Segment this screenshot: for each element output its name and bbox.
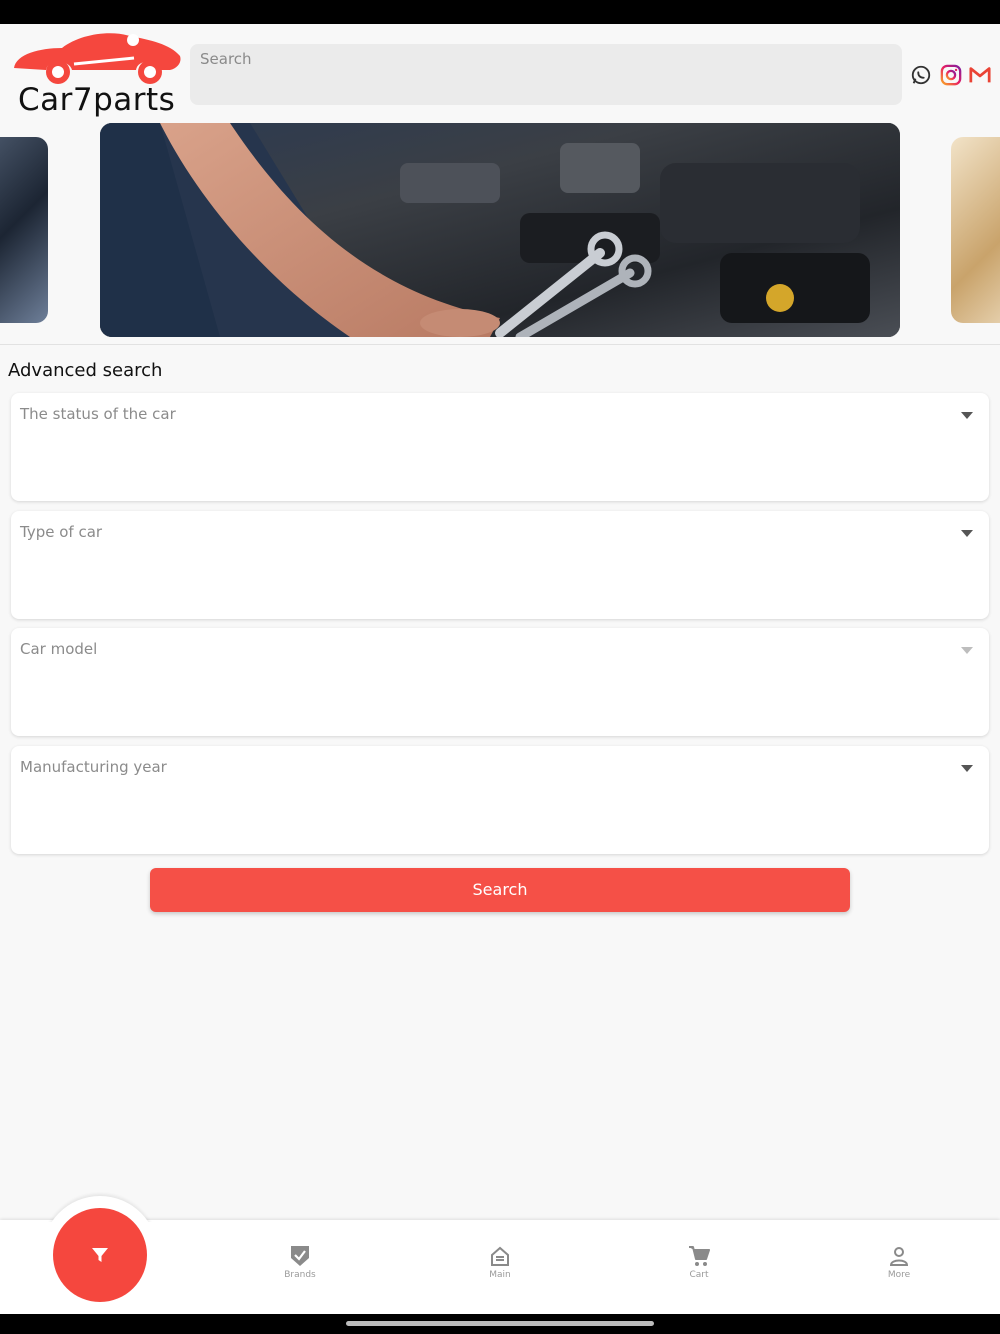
app-logo[interactable]: Car7parts — [10, 28, 185, 120]
nav-label: Cart — [689, 1270, 709, 1280]
dropdown-placeholder: Type of car — [20, 523, 103, 541]
instagram-icon[interactable] — [940, 64, 962, 86]
person-icon — [889, 1247, 909, 1266]
nav-label: Main — [489, 1270, 511, 1280]
car-logo-icon — [14, 33, 181, 84]
home-indicator[interactable] — [346, 1321, 654, 1326]
filter-fab-button[interactable] — [53, 1208, 147, 1302]
mechanic-engine-image — [100, 123, 900, 337]
nav-item-main[interactable]: Main — [460, 1244, 540, 1280]
cart-icon — [689, 1246, 710, 1266]
carousel-slide-current[interactable] — [100, 123, 900, 337]
nav-item-cart[interactable]: Cart — [659, 1244, 739, 1280]
car-model-dropdown[interactable]: Car model — [11, 628, 989, 736]
logo-text: Car7parts — [18, 82, 176, 118]
filter-icon — [92, 1248, 108, 1262]
shield-check-icon — [291, 1246, 309, 1266]
search-button[interactable]: Search — [150, 868, 850, 912]
divider — [0, 344, 1000, 345]
gmail-icon[interactable] — [969, 64, 991, 86]
chevron-down-icon — [961, 412, 973, 419]
carousel-slide-next[interactable] — [951, 137, 1000, 323]
carousel-slide-previous[interactable] — [0, 137, 48, 323]
manufacturing-year-dropdown[interactable]: Manufacturing year — [11, 746, 989, 854]
status-bar — [0, 0, 1000, 24]
advanced-search-title: Advanced search — [8, 360, 163, 381]
chevron-down-icon — [961, 530, 973, 537]
nav-label: Brands — [284, 1270, 316, 1280]
dropdown-placeholder: Manufacturing year — [20, 758, 167, 776]
nav-item-brands[interactable]: Brands — [260, 1244, 340, 1280]
search-input[interactable]: Search — [190, 44, 902, 105]
home-icon — [491, 1246, 509, 1266]
whatsapp-icon[interactable] — [910, 64, 932, 86]
nav-label: More — [887, 1270, 911, 1280]
chevron-down-icon — [961, 647, 973, 654]
banner-carousel[interactable] — [0, 123, 1000, 338]
car-status-dropdown[interactable]: The status of the car — [11, 393, 989, 501]
dropdown-placeholder: The status of the car — [20, 405, 176, 423]
search-placeholder: Search — [200, 50, 252, 68]
chevron-down-icon — [961, 765, 973, 772]
nav-item-more[interactable]: More — [859, 1244, 939, 1280]
dropdown-placeholder: Car model — [20, 640, 98, 658]
car-type-dropdown[interactable]: Type of car — [11, 511, 989, 619]
